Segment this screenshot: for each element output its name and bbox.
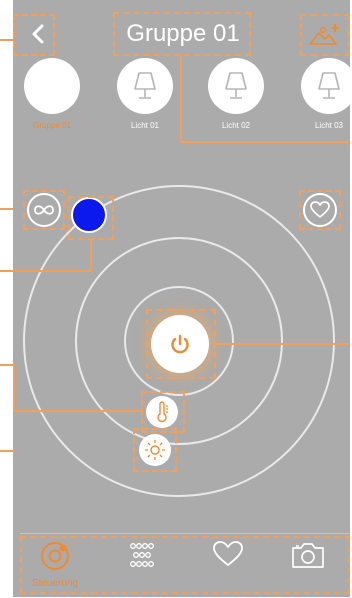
lamp-icon — [134, 72, 156, 99]
callout-line — [0, 450, 13, 452]
lamp-item-licht-03[interactable]: Licht 03 — [294, 58, 350, 130]
callout-line — [0, 39, 13, 41]
lamp-circle — [24, 58, 80, 114]
color-handle-highlight — [68, 196, 114, 240]
lamp-circle — [301, 58, 350, 114]
callout-line — [0, 208, 13, 210]
lamp-icon — [225, 72, 247, 99]
lamp-label: Gruppe 01 — [33, 121, 71, 130]
lamp-icon — [318, 72, 340, 99]
bottom-nav-highlight — [20, 536, 350, 594]
lamp-label: Licht 03 — [314, 121, 344, 130]
callout-line — [13, 364, 15, 410]
callout-line — [13, 410, 141, 412]
lamp-label: Licht 02 — [221, 121, 251, 130]
loop-highlight — [23, 190, 65, 230]
lamp-item-group[interactable]: Gruppe 01 — [17, 58, 87, 130]
callout-line — [90, 240, 92, 272]
phone-screen: Gruppe 01 Gruppe 01 Licht 01 Licht 02 Li… — [13, 0, 350, 597]
callout-line — [0, 364, 13, 366]
add-scene-highlight — [300, 14, 350, 56]
callout-line — [0, 270, 13, 272]
callout-line — [216, 343, 350, 345]
brightness-highlight — [133, 428, 177, 472]
lamp-item-licht-02[interactable]: Licht 02 — [201, 58, 271, 130]
temperature-highlight — [141, 391, 185, 433]
callout-line — [13, 270, 92, 272]
back-button-highlight — [13, 14, 55, 56]
title-highlight — [113, 12, 251, 56]
lamp-circle — [208, 58, 264, 114]
callout-line — [180, 56, 182, 143]
power-highlight — [146, 309, 216, 379]
lamp-item-licht-01[interactable]: Licht 01 — [110, 58, 180, 130]
lamp-label: Licht 01 — [130, 121, 160, 130]
lamp-circle — [117, 58, 173, 114]
callout-line — [180, 141, 350, 143]
favorite-highlight — [299, 190, 341, 230]
